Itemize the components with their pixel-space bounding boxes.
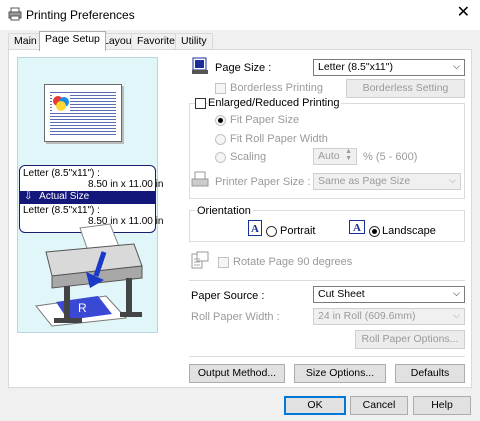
printer-paper-icon [191,171,209,187]
portrait-icon: A [248,220,262,236]
fit-roll-radio[interactable] [215,134,226,145]
arrow-down-icon: ⇩ [24,191,33,202]
landscape-radio[interactable] [369,226,380,237]
cancel-button[interactable]: Cancel [350,396,408,415]
tab-main[interactable]: Main [8,33,43,49]
chevron-down-icon: ⌵ [453,288,460,298]
size-options-button[interactable]: Size Options... [294,364,386,383]
tab-page-setup[interactable]: Page Setup [39,31,106,51]
rotate-checkbox[interactable] [218,257,229,268]
divider [189,280,465,281]
paper-size-line: Letter (8.5"x11") : [23,168,100,179]
scaling-radio[interactable] [215,152,226,163]
paper-source-select[interactable]: Cut Sheet ⌵ [313,286,465,303]
roll-width-label: Roll Paper Width : [191,311,280,323]
svg-text:A: A [353,222,361,234]
landscape-icon: A [349,220,365,234]
rotate-page-icon [191,251,209,269]
enlarged-label: Enlarged/Reduced Printing [208,97,342,109]
fit-paper-label: Fit Paper Size [230,114,300,126]
svg-text:A: A [251,223,259,235]
page-size-label: Page Size : [215,62,272,74]
ok-button[interactable]: OK [284,396,346,415]
fit-paper-radio[interactable] [215,115,226,126]
page-size-value: Letter (8.5"x11") [318,61,393,73]
close-button[interactable]: ✕ [457,5,470,21]
fit-roll-label: Fit Roll Paper Width [230,133,328,145]
orientation-label: Orientation [195,205,253,217]
borderless-checkbox[interactable] [215,83,226,94]
paper-source-value: Cut Sheet [318,288,365,300]
chevron-down-icon: ⌵ [453,310,460,320]
portrait-label: Portrait [280,225,316,237]
scaling-stepper[interactable]: Auto ▲ ▼ [313,148,357,165]
printer-paper-value: Same as Page Size [318,175,411,187]
divider [189,356,465,357]
output-method-button[interactable]: Output Method... [189,364,285,383]
borderless-label: Borderless Printing [230,82,323,94]
scaling-label: Scaling [230,151,267,163]
color-image-icon [52,94,70,112]
scaling-unit: % (5 - 600) [363,151,418,163]
page-size-icon [192,57,208,74]
chevron-down-icon: ⌵ [449,175,456,185]
rotate-label: Rotate Page 90 degrees [233,256,353,268]
printer-paper-label: Printer Paper Size : [215,176,311,188]
paper-dimensions: 8.50 in x 11.00 in [88,179,164,190]
portrait-radio[interactable] [266,226,277,237]
page-size-select[interactable]: Letter (8.5"x11") ⌵ [313,59,465,76]
borderless-setting-button[interactable]: Borderless Setting [346,79,465,98]
printer-icon [8,7,22,21]
tab-utility[interactable]: Utility [175,33,213,49]
window-title: Printing Preferences [26,8,135,22]
roll-paper-options-button[interactable]: Roll Paper Options... [355,330,465,349]
svg-text:R: R [78,301,87,315]
actual-size-bar: ⇩ Actual Size [20,191,155,204]
roll-width-select[interactable]: 24 in Roll (609.6mm) ⌵ [313,308,465,325]
actual-size-label: Actual Size [39,191,90,202]
printer-paper-select[interactable]: Same as Page Size ⌵ [313,173,461,190]
stepper-arrows-icon[interactable]: ▲ ▼ [345,148,352,162]
large-format-printer-image: R [35,223,143,327]
roll-width-value: 24 in Roll (609.6mm) [318,310,416,322]
help-button[interactable]: Help [413,396,471,415]
chevron-down-icon: ⌵ [453,61,460,71]
paper-source-label: Paper Source : [191,290,265,302]
output-size-line: Letter (8.5"x11") : [23,205,100,216]
defaults-button[interactable]: Defaults [395,364,465,383]
scaling-value: Auto [318,150,340,162]
landscape-label: Landscape [382,225,436,237]
enlarged-checkbox[interactable] [195,98,206,109]
